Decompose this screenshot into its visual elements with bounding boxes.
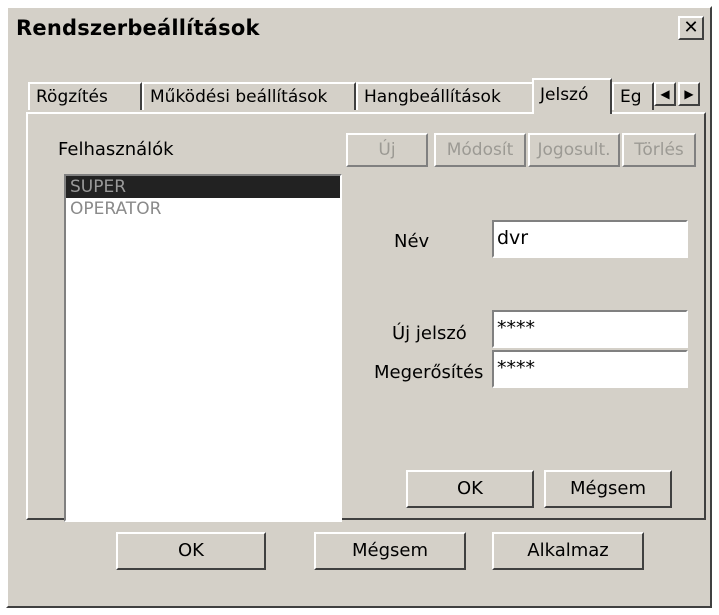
name-field[interactable]: dvr — [492, 220, 688, 258]
cancel-button[interactable]: Mégsem — [314, 532, 466, 570]
tab-jelszo[interactable]: Jelszó — [532, 78, 612, 114]
dialog-title: Rendszerbeállítások — [16, 16, 260, 40]
new-user-button[interactable]: Új — [346, 133, 428, 167]
password-tab-panel: Felhasználók Új Módosít Jogosult. Törlés… — [26, 112, 706, 522]
apply-button[interactable]: Alkalmaz — [492, 532, 644, 570]
tab-hangbeallitasok[interactable]: Hangbeállítások — [356, 82, 534, 110]
settings-dialog: Rendszerbeállítások ✕ Rögzítés Működési … — [6, 6, 712, 608]
modify-user-button[interactable]: Módosít — [434, 133, 526, 167]
ok-button[interactable]: OK — [116, 532, 266, 570]
users-label: Felhasználók — [58, 139, 174, 160]
tab-eg[interactable]: Eg — [612, 82, 654, 110]
new-password-field[interactable]: **** — [492, 310, 688, 348]
tab-mukodesi-beallitasok[interactable]: Működési beállítások — [142, 82, 356, 110]
tab-rogzites[interactable]: Rögzítés — [28, 82, 142, 110]
title-bar[interactable]: Rendszerbeállítások ✕ — [10, 10, 708, 46]
user-rights-button[interactable]: Jogosult. — [528, 133, 620, 167]
list-item-super[interactable]: SUPER — [66, 176, 340, 198]
close-icon: ✕ — [683, 17, 699, 38]
tab-scroll-right-button[interactable]: ▶ — [678, 82, 700, 106]
form-ok-button[interactable]: OK — [406, 470, 534, 508]
confirm-password-field[interactable]: **** — [492, 350, 688, 388]
tab-scroll-left-button[interactable]: ◀ — [654, 82, 676, 106]
close-button[interactable]: ✕ — [678, 16, 704, 40]
arrow-right-icon: ▶ — [684, 87, 694, 101]
name-label: Név — [394, 231, 430, 252]
form-cancel-button[interactable]: Mégsem — [544, 470, 672, 508]
tab-strip: Rögzítés Működési beállítások Hangbeállí… — [28, 78, 704, 114]
new-password-label: Új jelszó — [392, 323, 467, 344]
arrow-left-icon: ◀ — [660, 87, 670, 101]
delete-user-button[interactable]: Törlés — [622, 133, 696, 167]
confirm-password-label: Megerősítés — [374, 362, 484, 383]
list-item-operator[interactable]: OPERATOR — [66, 198, 340, 220]
users-list[interactable]: SUPER OPERATOR — [64, 174, 342, 522]
